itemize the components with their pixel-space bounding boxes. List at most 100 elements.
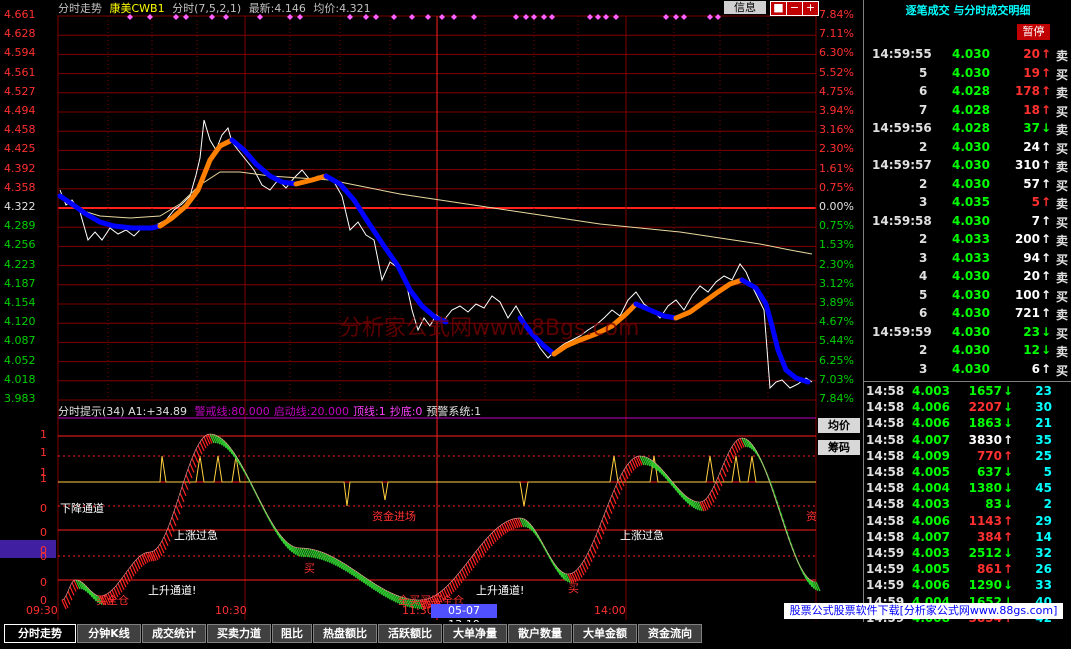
tab-4[interactable]: 阻比 [272,624,312,643]
minute-row[interactable]: 14:58 4.005 637 ↓ 5 [864,465,1071,481]
tick-row[interactable]: 2 4.033 200 ↑ 卖 [864,232,1071,250]
minute-row[interactable]: 14:58 4.007 384 ↑ 14 [864,530,1071,546]
minute-count: 35 [1035,432,1052,447]
indicator-annotation: 上升通道! [148,584,197,597]
tick-row[interactable]: 6 4.030 721 ↑ 卖 [864,306,1071,324]
indicator-tick-label: 0 [40,550,47,563]
pause-button[interactable]: 暂停 [1017,24,1050,40]
price-tick-label: 4.458 [4,123,36,137]
indicator-tick-label: 0 [40,502,47,515]
percent-tick-label: 2.30% [819,142,854,156]
signal-marker [603,14,609,20]
maximize-icon[interactable]: + [802,1,819,16]
restore-icon[interactable]: ■ [770,1,787,16]
minute-price: 4.009 [912,448,950,463]
tick-time: 14:59:55 [872,47,932,61]
tick-row[interactable]: 14:59:58 4.030 7 ↑ 买 [864,214,1071,232]
tick-side: 买 [1056,363,1069,378]
tab-7[interactable]: 大单净量 [443,624,507,643]
indicator-hatch [617,480,623,491]
average-line [59,171,813,255]
tick-volume: 100 [1014,287,1040,302]
tick-row[interactable]: 5 4.030 100 ↑ 买 [864,288,1071,306]
tab-5[interactable]: 热盘额比 [313,624,377,643]
minute-row[interactable]: 14:58 4.009 770 ↑ 25 [864,449,1071,465]
tick-row[interactable]: 3 4.033 94 ↑ 买 [864,251,1071,269]
intraday-chart-panel[interactable]: 分时走势 康美CWB1 分时(7,5,2,1) 最新:4.146 均价:4.32… [0,0,862,631]
tick-row[interactable]: 4 4.030 20 ↑ 卖 [864,269,1071,287]
price-tick-label: 4.256 [4,238,36,252]
indicator-annotation: 上涨过急 [174,529,218,542]
tab-0[interactable]: 分时走势 [4,624,76,643]
minute-volume: 770 [976,448,1002,463]
minimize-icon[interactable]: − [786,1,803,16]
tick-volume: 5 [1031,195,1040,209]
arrow-up-icon: ↑ [1041,250,1052,265]
arrow-up-icon: ↑ [1041,47,1052,61]
panel-name: 分时走势 [58,2,102,15]
info-button[interactable]: 信息 [724,1,766,14]
tick-volume: 57 [1023,176,1040,191]
trade-detail-panel[interactable]: 逐笔成交 与分时成交明细 暂停 14:59:55 4.030 20 ↑ 卖 5 4.030 1… [863,0,1071,625]
tab-8[interactable]: 散户数量 [508,624,572,643]
minute-row[interactable]: 14:59 4.005 861 ↑ 26 [864,562,1071,578]
tick-row[interactable]: 14:59:57 4.030 310 ↑ 卖 [864,158,1071,176]
tick-side: 卖 [1056,308,1069,322]
tick-price: 4.028 [952,84,990,98]
tick-row[interactable]: 14:59:56 4.028 37 ↓ 卖 [864,121,1071,139]
tick-row[interactable]: 3 4.030 6 ↑ 买 [864,362,1071,380]
minute-row[interactable]: 14:58 4.004 1380 ↓ 45 [864,481,1071,497]
minute-row[interactable]: 14:58 4.003 83 ↓ 2 [864,497,1071,513]
tab-10[interactable]: 资金流向 [638,624,702,643]
tick-row[interactable]: 6 4.028 178 ↑ 卖 [864,84,1071,102]
tab-2[interactable]: 成交统计 [142,624,206,643]
tick-volume: 20 [1023,269,1040,283]
minute-row[interactable]: 14:59 4.006 1290 ↓ 33 [864,578,1071,594]
tab-6[interactable]: 活跃额比 [378,624,442,643]
indicator-param-value: 0 [415,405,423,418]
tick-row[interactable]: 7 4.028 18 ↑ 买 [864,103,1071,121]
price-tick-label: 4.087 [4,334,36,348]
chart-header: 分时走势 康美CWB1 分时(7,5,2,1) 最新:4.146 均价:4.32… [58,0,375,15]
tab-1[interactable]: 分钟K线 [77,624,141,643]
indicator-hatch [615,485,621,495]
signal-marker [681,14,687,20]
tab-3[interactable]: 买卖力道 [207,624,271,643]
tick-side: 卖 [1056,160,1069,174]
minute-row[interactable]: 14:58 4.006 2207 ↓ 30 [864,400,1071,416]
indicator-hatch [587,552,593,563]
minute-row[interactable]: 14:58 4.006 1863 ↓ 21 [864,416,1071,432]
tick-row[interactable]: 14:59:55 4.030 20 ↑ 卖 [864,47,1071,65]
minute-row[interactable]: 14:58 4.007 3830 ↑ 35 [864,433,1071,449]
minute-count: 29 [1035,513,1052,528]
tick-row[interactable]: 2 4.030 57 ↑ 买 [864,177,1071,195]
percent-tick-label: 0.75% [819,219,854,233]
tick-price: 4.033 [952,250,990,265]
tick-price: 4.035 [952,195,990,209]
indicator-annotation: 买 [304,562,315,575]
minute-price: 4.006 [912,513,950,528]
ad-banner[interactable]: 股票公式股票软件下载[分析家公式网www.88gs.com] [784,603,1063,619]
indicator-hatch [595,534,601,545]
watermark: 分析家公式网www.8Bgs.com [340,316,640,341]
tick-row[interactable]: 2 4.030 12 ↓ 卖 [864,343,1071,361]
latest-value: 4.146 [274,2,306,15]
tick-row[interactable]: 3 4.035 5 ↑ 卖 [864,195,1071,213]
cursor-date: 05-07 13:19 [431,604,497,631]
signal-marker [409,14,415,20]
indicator-hatch [191,458,197,468]
indicator-hatch [591,544,597,554]
tick-row[interactable]: 5 4.030 19 ↑ 买 [864,66,1071,84]
minute-row[interactable]: 14:59 4.003 2512 ↓ 32 [864,546,1071,562]
chip-button[interactable]: 筹码 [818,440,860,455]
minute-row[interactable]: 14:58 4.006 1143 ↑ 29 [864,514,1071,530]
tick-row[interactable]: 14:59:59 4.030 23 ↓ 买 [864,325,1071,343]
indicator-hatch [175,505,181,515]
avg-price-button[interactable]: 均价 [818,418,860,433]
tick-side: 买 [1056,326,1069,341]
signal-marker [541,14,547,20]
minute-row[interactable]: 14:58 4.003 1657 ↓ 23 [864,384,1071,400]
price-tick-label: 4.425 [4,142,36,156]
tab-9[interactable]: 大单金额 [573,624,637,643]
tick-row[interactable]: 2 4.030 24 ↑ 买 [864,140,1071,158]
